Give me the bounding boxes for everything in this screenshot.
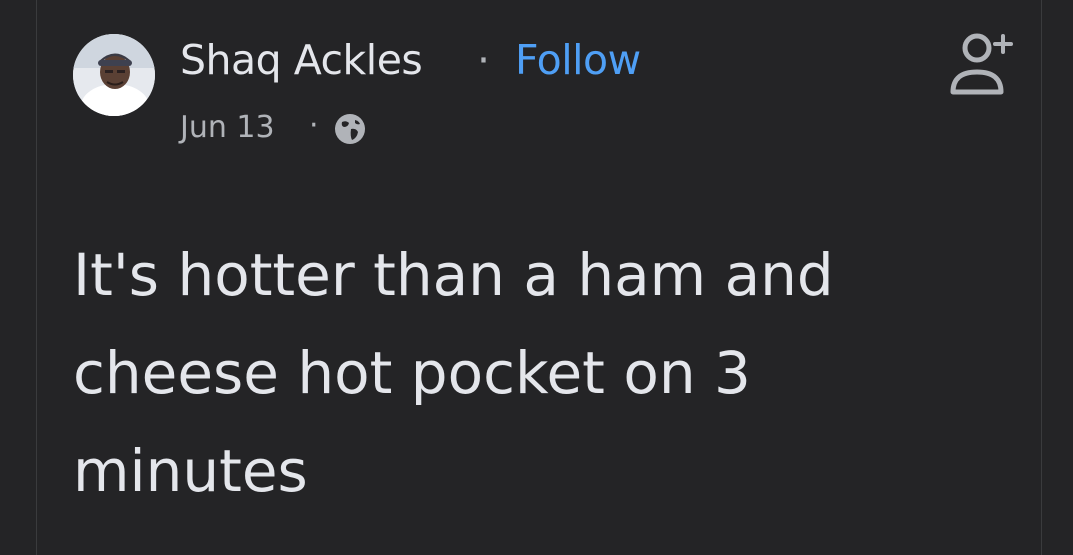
post-date[interactable]: Jun 13: [180, 110, 275, 145]
author-name[interactable]: Shaq Ackles: [180, 36, 423, 84]
name-separator: ·: [477, 36, 491, 84]
globe-icon: [333, 112, 367, 146]
follow-button[interactable]: Follow: [515, 36, 641, 84]
author-avatar[interactable]: [73, 34, 155, 116]
avatar-image: [73, 34, 155, 116]
meta-separator: ·: [309, 108, 319, 143]
post-card: Shaq Ackles · Follow Jun 13 · It's hotte…: [36, 0, 1042, 555]
add-friend-icon[interactable]: [943, 28, 1015, 100]
post-body-text: It's hotter than a ham and cheese hot po…: [73, 241, 834, 505]
